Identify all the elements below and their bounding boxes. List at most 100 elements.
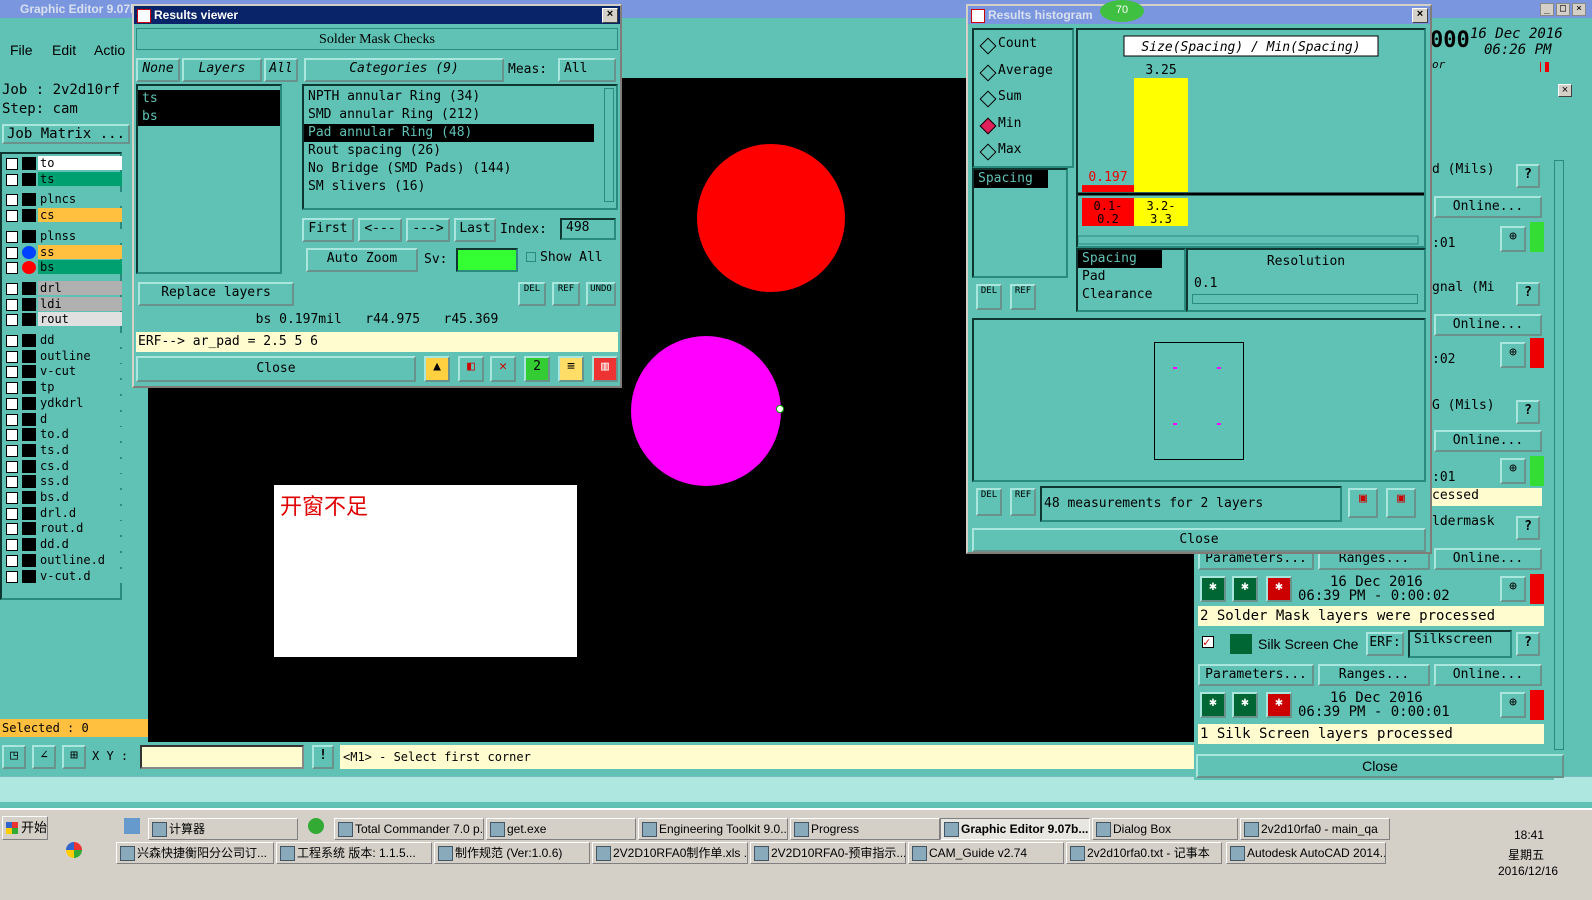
green-number-icon[interactable]: 2 (524, 356, 550, 382)
taskbar-button[interactable]: Progress (790, 818, 940, 840)
layer-row[interactable]: cs.d (4, 458, 122, 474)
histogram-yellow-icon[interactable]: ▲ (424, 356, 450, 382)
layer-row[interactable]: rout.d (4, 521, 122, 536)
online-button[interactable]: Online... (1434, 314, 1542, 336)
close-icon[interactable]: × (1572, 3, 1586, 16)
layer-row[interactable]: tp (4, 380, 122, 395)
rh-close-button[interactable]: Close (972, 528, 1426, 552)
all-layers-button[interactable]: All (264, 58, 298, 82)
stat-radio[interactable] (979, 37, 997, 55)
erf-field[interactable]: Silkscreen (1408, 630, 1512, 658)
category-item-selected[interactable]: Pad annular Ring (48) (304, 124, 594, 142)
rv-close-icon[interactable]: × (602, 8, 618, 23)
layer-checkbox[interactable] (6, 298, 18, 311)
quicklaunch-icon[interactable] (308, 818, 324, 834)
layer-row[interactable]: ydkdrl (4, 395, 122, 411)
layer-checkbox[interactable] (6, 554, 18, 567)
rh-ref-button[interactable]: REF (1010, 284, 1036, 310)
layers-button[interactable]: Layers (182, 58, 262, 82)
layer-checkbox[interactable] (6, 230, 18, 243)
layer-checkbox[interactable] (6, 570, 18, 583)
ranges-button[interactable]: Ranges... (1318, 664, 1430, 686)
measure-item-clearance[interactable]: Clearance (1078, 286, 1184, 304)
rv-close-button[interactable]: Close (136, 356, 416, 382)
spacing-item[interactable]: Spacing (974, 170, 1048, 188)
rh-del-button[interactable]: DEL (976, 284, 1002, 310)
auto-zoom-dropdown[interactable]: Auto Zoom (306, 248, 418, 272)
layer-row[interactable]: drl.d (4, 505, 122, 521)
run-icon[interactable]: ✱ (1200, 692, 1226, 718)
job-matrix-button[interactable]: Job Matrix ... (2, 124, 130, 144)
layer-item-ts[interactable]: ts (138, 90, 280, 108)
zoom-tool-icon[interactable]: ◳ (2, 745, 26, 769)
first-button[interactable]: First (302, 218, 354, 242)
sv-color-dropdown[interactable] (456, 248, 518, 272)
zoom-icon[interactable]: ⊕ (1500, 692, 1526, 718)
report-icon[interactable]: ≡ (558, 356, 584, 382)
checklist-close-button[interactable]: Close (1196, 754, 1564, 778)
run-all-icon[interactable]: ✱ (1232, 692, 1258, 718)
layer-row[interactable]: ss.d (4, 474, 122, 489)
layer-row[interactable]: bs (4, 260, 122, 275)
checklist-scrollbar[interactable] (1554, 160, 1564, 750)
layer-row[interactable]: d (4, 411, 122, 427)
rh-close-icon[interactable]: × (1412, 8, 1428, 23)
layer-checkbox[interactable] (6, 413, 18, 426)
checklist-close-icon[interactable]: × (1558, 84, 1572, 97)
layer-checkbox[interactable] (6, 210, 18, 223)
maximize-icon[interactable]: □ (1556, 3, 1570, 16)
layer-row[interactable]: v-cut (4, 364, 122, 379)
exit-red-icon[interactable]: ◧ (458, 356, 484, 382)
taskbar-button[interactable]: 2v2d10rfa0 - main_qa (1240, 818, 1390, 840)
layer-row[interactable]: dd.d (4, 537, 122, 552)
layer-row[interactable]: plnss (4, 228, 122, 244)
start-button[interactable]: 开始 (2, 816, 48, 840)
undo-button[interactable]: UNDO (586, 282, 616, 306)
taskbar-button[interactable]: Autodesk AutoCAD 2014... (1226, 842, 1386, 864)
taskbar-button[interactable]: 工程系统 版本: 1.1.5... (276, 842, 432, 864)
taskbar-button[interactable]: 2V2D10RFA0制作单.xls ... (592, 842, 748, 864)
layer-checkbox[interactable] (6, 246, 18, 259)
grid-tool-icon[interactable]: ⊞ (62, 745, 86, 769)
layer-row[interactable]: plncs (4, 192, 122, 207)
layer-checkbox[interactable] (6, 476, 18, 489)
category-item[interactable]: SM slivers (16) (304, 178, 616, 196)
layer-row[interactable]: ts (4, 171, 122, 187)
xy-input[interactable] (140, 745, 304, 769)
layer-checkbox[interactable] (6, 539, 18, 552)
layer-row[interactable]: dd (4, 333, 122, 348)
online-button[interactable]: Online... (1434, 196, 1542, 218)
stop-icon[interactable]: ✱ (1266, 692, 1292, 718)
menu-actions[interactable]: Actio (94, 42, 125, 58)
taskbar-button[interactable]: get.exe (486, 818, 636, 840)
silk-checkbox[interactable]: ✓ (1202, 636, 1214, 648)
layer-row[interactable]: outline (4, 348, 122, 364)
categories-button[interactable]: Categories (9) (304, 58, 504, 82)
del-button[interactable]: DEL (518, 282, 546, 306)
next-button[interactable]: ---> (406, 218, 450, 242)
layer-row[interactable]: drl (4, 280, 122, 296)
online-button[interactable]: Online... (1434, 430, 1542, 452)
taskbar-button[interactable]: 计算器 (148, 818, 298, 840)
taskbar-button[interactable]: 制作规范 (Ver:1.0.6) (434, 842, 590, 864)
help-button[interactable]: ? (1516, 516, 1540, 540)
alert-button[interactable]: ! (312, 745, 334, 769)
export-icon[interactable]: ▣ (1348, 488, 1378, 518)
minimize-icon[interactable]: _ (1540, 3, 1554, 16)
layer-checkbox[interactable] (6, 492, 18, 504)
parameters-button[interactable]: Parameters... (1198, 664, 1314, 686)
layer-row[interactable]: bs.d (4, 490, 122, 505)
taskbar-button[interactable]: CAM_Guide v2.74 (908, 842, 1064, 864)
zoom-icon[interactable]: ⊕ (1500, 226, 1526, 252)
category-scrollbar[interactable] (604, 88, 614, 202)
stat-radio[interactable] (979, 143, 997, 161)
measure-tool-icon[interactable]: ∠ (32, 745, 56, 769)
run-all-icon[interactable]: ✱ (1232, 576, 1258, 602)
run-icon[interactable]: ✱ (1200, 576, 1226, 602)
menu-edit[interactable]: Edit (52, 42, 76, 58)
measure-item-spacing[interactable]: Spacing (1078, 250, 1162, 268)
layer-row[interactable]: outline.d (4, 552, 122, 568)
chart-icon[interactable]: ▥ (592, 356, 618, 382)
quicklaunch-icon[interactable] (66, 842, 82, 858)
layer-checkbox[interactable] (6, 282, 18, 295)
